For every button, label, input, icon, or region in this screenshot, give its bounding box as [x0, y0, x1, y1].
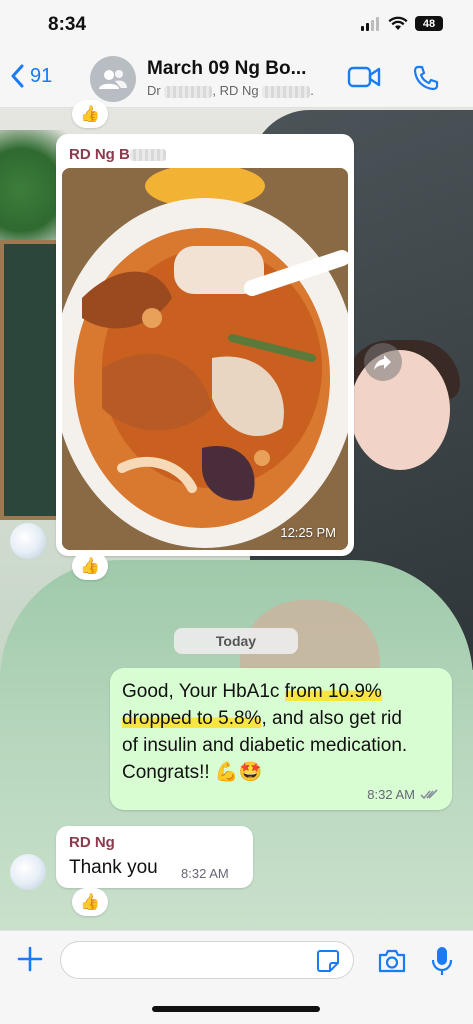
wifi-icon	[388, 16, 408, 30]
date-separator: Today	[174, 628, 298, 654]
forward-arrow-icon	[374, 355, 391, 370]
highlighted-text: from 10.9%	[284, 681, 382, 702]
message-time: 8:32 AM	[367, 787, 415, 802]
redaction-mark	[262, 85, 311, 98]
redaction-mark	[129, 149, 166, 162]
phone-icon	[413, 65, 439, 91]
reaction-badge[interactable]: 👍	[72, 100, 108, 128]
sender-avatar[interactable]	[10, 854, 46, 890]
message-sender-name: RD Ng	[69, 834, 115, 851]
voice-message-button[interactable]	[431, 946, 453, 981]
camera-icon	[378, 949, 406, 973]
subtitle-prefix: Dr	[147, 83, 161, 98]
message-input[interactable]	[60, 941, 354, 979]
unread-count: 91	[30, 64, 53, 87]
thumbs-up-emoji: 👍	[80, 106, 100, 123]
home-indicator	[152, 1006, 320, 1012]
image-message[interactable]: RD Ng B 12:25 PM	[56, 134, 354, 556]
group-people-icon	[99, 70, 127, 89]
signal-icon	[361, 16, 379, 31]
food-photo[interactable]: 12:25 PM	[62, 168, 348, 550]
reaction-badge[interactable]: 👍	[72, 552, 108, 580]
redaction-mark	[164, 85, 213, 98]
reaction-badge[interactable]: 👍	[72, 888, 108, 916]
message-text: Thank you	[69, 857, 158, 878]
sender-avatar[interactable]	[10, 523, 46, 559]
voice-call-button[interactable]	[412, 64, 440, 97]
thumbs-up-emoji: 👍	[80, 558, 100, 575]
subtitle-mid: , RD Ng	[212, 83, 259, 98]
thumbs-up-emoji: 👍	[80, 894, 100, 911]
chat-title[interactable]: March 09 Ng Bo...	[147, 58, 306, 80]
read-receipt-icon	[420, 789, 438, 800]
battery-icon: 48	[415, 16, 443, 31]
message-meta: 8:32 AM	[367, 787, 438, 802]
group-avatar[interactable]	[90, 56, 136, 102]
forward-button[interactable]	[364, 343, 402, 381]
curry-noodle-bowl-image	[62, 168, 348, 550]
subtitle-suffix: .	[310, 83, 314, 98]
back-button[interactable]: 91	[10, 64, 52, 88]
status-time: 8:34	[48, 14, 87, 35]
camera-button[interactable]	[377, 948, 407, 979]
message-text: Good, Your HbA1c from 10.9% dropped to 5…	[122, 681, 408, 783]
sticker-button[interactable]	[316, 949, 340, 978]
attach-button[interactable]	[16, 945, 44, 978]
incoming-message[interactable]: RD Ng Thank you 8:32 AM	[56, 826, 253, 888]
chat-header: 91 March 09 Ng Bo... Dr , RD Ng .	[0, 50, 473, 108]
microphone-icon	[431, 947, 453, 975]
message-sender-name: RD Ng B	[69, 146, 166, 163]
status-bar: 8:34 48	[0, 0, 473, 50]
sticker-icon	[317, 950, 339, 972]
video-camera-icon	[347, 66, 381, 88]
status-icons: 48	[361, 16, 443, 31]
chat-subtitle[interactable]: Dr , RD Ng .	[147, 83, 314, 98]
outgoing-message[interactable]: Good, Your HbA1c from 10.9% dropped to 5…	[110, 668, 452, 810]
video-call-button[interactable]	[347, 65, 381, 94]
message-time: 8:32 AM	[181, 866, 229, 881]
highlighted-text: dropped to 5.8%	[122, 708, 262, 729]
message-time: 12:25 PM	[280, 525, 336, 540]
chevron-left-icon	[11, 64, 24, 88]
plus-icon	[17, 946, 43, 972]
wallpaper-chalkboard	[0, 240, 60, 520]
